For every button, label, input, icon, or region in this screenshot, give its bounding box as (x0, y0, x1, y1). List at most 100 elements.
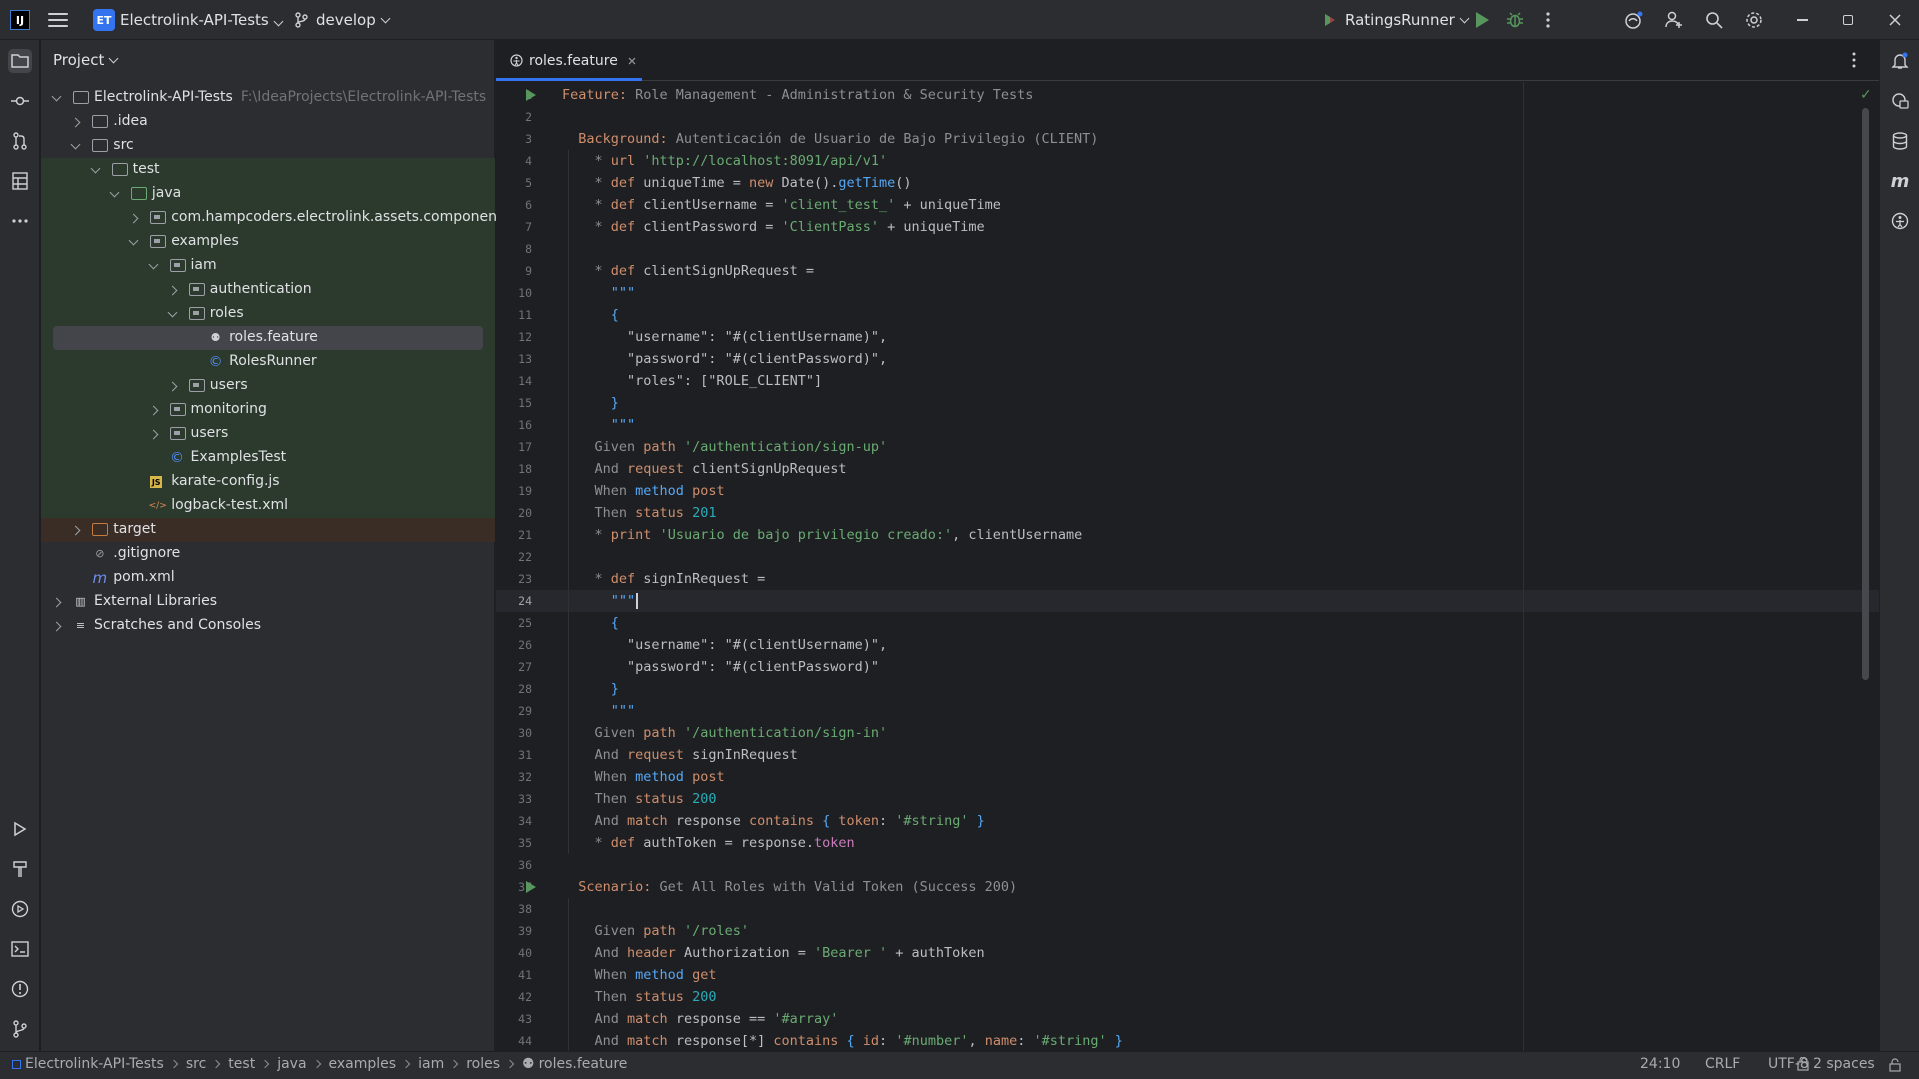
tree-item[interactable]: java (41, 182, 495, 206)
tree-item-label: logback-test.xml (171, 497, 288, 513)
tree-item[interactable]: test (41, 158, 495, 182)
chevron-down-icon[interactable] (148, 259, 158, 269)
more-actions-icon[interactable] (1538, 10, 1558, 30)
tree-item[interactable]: roles (41, 302, 495, 326)
run-config-selector[interactable]: RatingsRunner (1322, 11, 1470, 29)
tree-item[interactable]: authentication (41, 278, 495, 302)
code-token: Then (594, 989, 636, 1005)
code-editor[interactable]: 1 Feature: Role Management - Administrati… (496, 82, 1879, 1051)
tree-item[interactable]: </> logback-test.xml (41, 494, 495, 518)
tree-item[interactable]: ⚉ roles.feature (41, 326, 495, 350)
maven-icon[interactable]: m (1888, 169, 1912, 193)
git-icon[interactable] (8, 1017, 32, 1041)
pull-requests-icon[interactable] (8, 129, 32, 153)
tree-item[interactable]: src (41, 134, 495, 158)
readonly-lock-icon[interactable] (1888, 1058, 1902, 1076)
tree-item[interactable]: users (41, 422, 495, 446)
breadcrumb-item[interactable]: test (228, 1056, 255, 1072)
database-icon[interactable] (1888, 129, 1912, 153)
chevron-down-icon[interactable] (109, 187, 120, 197)
search-icon[interactable] (1704, 10, 1724, 30)
structure-icon[interactable] (8, 169, 32, 193)
tree-item[interactable]: Electrolink-API-Tests F:\IdeaProjects\Ele… (41, 86, 495, 110)
breadcrumb-item[interactable]: roles (466, 1056, 500, 1072)
more-tools-icon[interactable] (8, 209, 32, 233)
app-logo-icon[interactable]: IJ (10, 10, 30, 30)
code-token: match (627, 1011, 676, 1027)
tree-item[interactable]: examples (41, 230, 495, 254)
breadcrumb-item[interactable]: Electrolink-API-Tests (25, 1056, 164, 1072)
karate-tool-icon[interactable] (1888, 209, 1912, 233)
run-gutter-icon[interactable] (526, 881, 536, 893)
close-icon[interactable] (1885, 10, 1905, 30)
add-user-icon[interactable] (1664, 10, 1684, 30)
chevron-right-icon[interactable] (51, 621, 62, 631)
run-gutter-icon[interactable] (526, 89, 536, 101)
project-switcher[interactable]: Electrolink-API-Tests (120, 11, 284, 29)
tree-item[interactable]: JS karate-config.js (41, 470, 495, 494)
chevron-right-icon[interactable] (70, 525, 81, 535)
breadcrumb-item[interactable]: examples (329, 1056, 397, 1072)
breadcrumb-item[interactable]: src (186, 1056, 206, 1072)
project-tool-icon[interactable] (8, 49, 32, 73)
chevron-down-icon (108, 53, 119, 63)
line-separator[interactable]: CRLF (1705, 1056, 1740, 1072)
chevron-down-icon[interactable] (167, 307, 178, 317)
notifications-bell-icon[interactable] (1888, 49, 1912, 73)
run-tool-icon[interactable] (8, 817, 32, 841)
breadcrumb-item[interactable]: roles.feature (539, 1056, 628, 1072)
debug-icon[interactable] (1505, 10, 1525, 30)
editor-more-icon[interactable] (1852, 52, 1856, 72)
caret-position[interactable]: 24:10 (1640, 1056, 1680, 1072)
package-icon (188, 379, 205, 392)
code-token: * (594, 571, 611, 587)
chevron-right-icon[interactable] (51, 597, 62, 607)
chevron-right-icon[interactable] (148, 429, 158, 439)
tree-item[interactable]: © ExamplesTest (41, 446, 495, 470)
tree-item[interactable]: users (41, 374, 495, 398)
tree-item[interactable]: © RolesRunner (41, 350, 495, 374)
chevron-right-icon[interactable] (70, 117, 81, 127)
tree-item[interactable]: target (41, 518, 495, 542)
restore-icon[interactable] (1838, 10, 1858, 30)
project-badge[interactable]: ET (93, 9, 115, 31)
tree-item[interactable]: ▥ External Libraries (41, 590, 495, 614)
ai-assistant-icon[interactable] (1624, 10, 1644, 30)
tree-item[interactable]: monitoring (41, 398, 495, 422)
chevron-right-icon[interactable] (167, 381, 178, 391)
commit-icon[interactable] (8, 89, 32, 113)
terminal-icon[interactable] (8, 937, 32, 961)
ai-chat-icon[interactable] (1888, 89, 1912, 113)
settings-gear-icon[interactable] (1744, 10, 1764, 30)
chevron-down-icon[interactable] (128, 235, 139, 245)
chevron-right-icon[interactable] (128, 213, 139, 223)
minimize-icon[interactable] (1792, 10, 1812, 30)
tree-item[interactable]: com.hampcoders.electrolink.assets.compon… (41, 206, 503, 230)
tree-item[interactable]: ⊘ .gitignore (41, 542, 495, 566)
tree-item[interactable]: ≡ Scratches and Consoles (41, 614, 495, 638)
close-tab-icon[interactable] (628, 57, 636, 65)
problems-icon[interactable] (8, 977, 32, 1001)
chevron-down-icon[interactable] (90, 163, 101, 173)
tree-item[interactable]: .idea (41, 110, 495, 134)
chevron-right-icon[interactable] (148, 405, 158, 415)
code-token: And (594, 813, 628, 829)
build-hammer-icon[interactable] (8, 857, 32, 881)
project-view-selector[interactable]: Project (53, 51, 119, 69)
breadcrumb-item[interactable]: java (277, 1056, 306, 1072)
editor-scrollbar[interactable] (1862, 108, 1869, 680)
chevron-right-icon[interactable] (167, 285, 178, 295)
tree-item[interactable]: iam (41, 254, 495, 278)
breadcrumb-item[interactable]: iam (418, 1056, 444, 1072)
indent-setting[interactable]: 2 spaces (1797, 1056, 1875, 1072)
chevron-down-icon[interactable] (51, 91, 62, 101)
no-problems-check-icon[interactable]: ✓ (1860, 87, 1872, 103)
run-icon[interactable] (1472, 10, 1492, 30)
chevron-down-icon[interactable] (70, 139, 81, 149)
branch-switcher[interactable]: develop (294, 11, 391, 29)
tab-roles-feature[interactable]: roles.feature (496, 40, 642, 81)
services-icon[interactable] (8, 897, 32, 921)
main-menu-icon[interactable] (48, 11, 68, 29)
tree-item[interactable]: m pom.xml (41, 566, 495, 590)
